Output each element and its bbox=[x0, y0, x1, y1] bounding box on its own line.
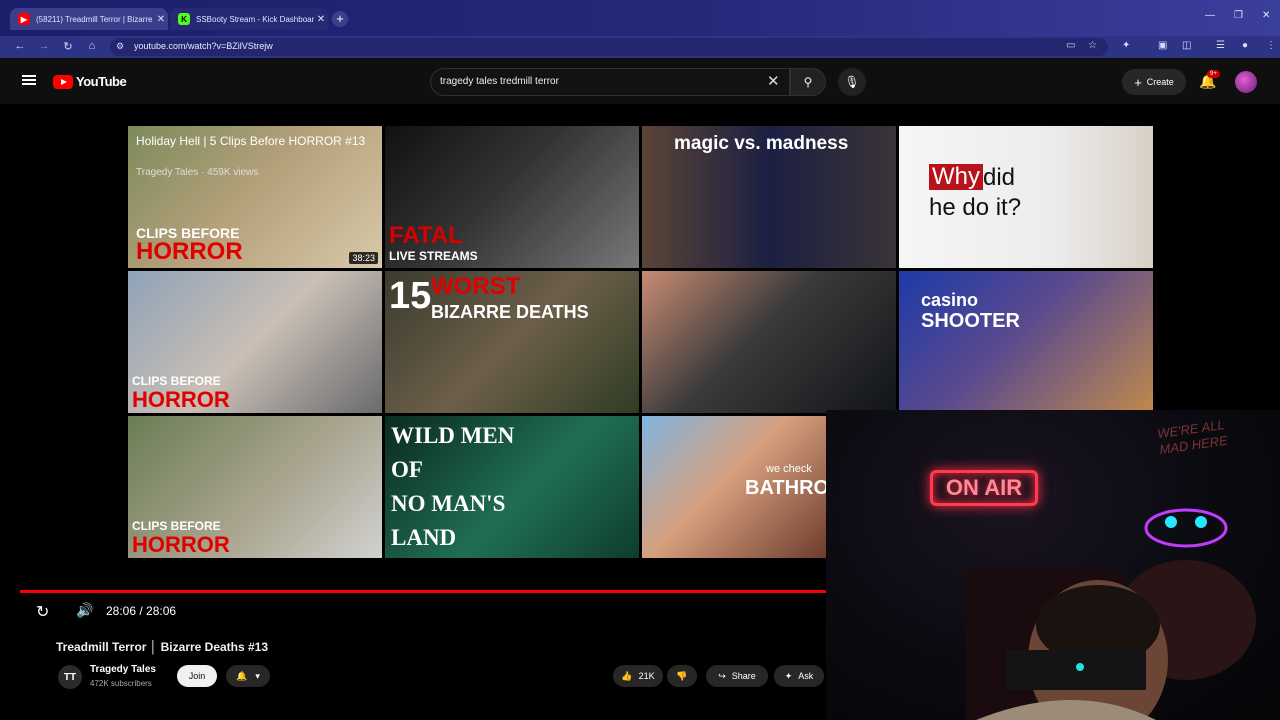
voice-search-button[interactable]: 🎙 bbox=[838, 68, 866, 96]
video-card-clips-before-horror-3[interactable]: CLIPS BEFORE HORROR bbox=[128, 416, 382, 558]
video-card-mystery-collage[interactable] bbox=[642, 271, 896, 413]
thumb-text: CLIPS BEFORE bbox=[132, 519, 221, 533]
create-button[interactable]: + Create bbox=[1122, 69, 1186, 95]
thumb-text: SHOOTER bbox=[921, 310, 1020, 332]
thumbs-up-icon: 👍 bbox=[621, 670, 633, 681]
kick-favicon-icon: K bbox=[178, 13, 190, 25]
home-icon[interactable]: ⌂ bbox=[85, 40, 99, 52]
back-icon[interactable]: ← bbox=[13, 40, 27, 52]
browser-tab-youtube[interactable]: ▶ (58211) Treadmill Terror | Bizarre ✕ bbox=[10, 8, 168, 30]
video-title: Treadmill Terror │ Bizarre Deaths #13 bbox=[56, 640, 269, 654]
close-window-icon[interactable]: ✕ bbox=[1262, 10, 1270, 21]
url-text[interactable]: youtube.com/watch?v=BZilVStrejw bbox=[134, 41, 273, 51]
video-card-we-check-bathroom[interactable]: we check BATHRO bbox=[642, 416, 827, 558]
reload-icon[interactable]: ↻ bbox=[61, 40, 75, 53]
extensions-icon[interactable]: ✦ bbox=[1122, 40, 1130, 51]
subscribe-notifications-button[interactable]: 🔔 ▾ bbox=[226, 665, 270, 687]
bookmark-star-icon[interactable]: ☆ bbox=[1088, 40, 1097, 51]
video-card-casino-shooter[interactable]: casino SHOOTER bbox=[899, 271, 1153, 413]
site-info-icon[interactable]: ⚙ bbox=[116, 41, 124, 52]
reading-list-icon[interactable]: ☰ bbox=[1216, 40, 1225, 51]
video-card-clips-before-horror-2[interactable]: CLIPS BEFORE HORROR bbox=[128, 271, 382, 413]
thumb-text: 15 bbox=[389, 275, 432, 317]
share-button[interactable]: ↪ Share bbox=[706, 665, 768, 687]
webcam-person-image bbox=[966, 508, 1256, 720]
share-icon: ↪ bbox=[718, 670, 726, 681]
thumb-text: HORROR bbox=[132, 532, 230, 557]
minimize-icon[interactable]: — bbox=[1205, 10, 1215, 21]
search-icon: ⚲ bbox=[803, 75, 813, 89]
thumb-text: we check bbox=[766, 463, 812, 475]
split-view-icon[interactable]: ▣ bbox=[1158, 40, 1167, 51]
thumb-text: HORROR bbox=[136, 238, 243, 265]
thumb-text: BIZARRE DEATHS bbox=[431, 302, 589, 322]
video-overlay-title: Holiday Hell | 5 Clips Before HORROR #13 bbox=[136, 134, 366, 148]
youtube-favicon-icon: ▶ bbox=[18, 13, 30, 25]
maximize-icon[interactable]: ❐ bbox=[1234, 10, 1243, 21]
video-card-fatal-live-streams[interactable]: FATAL LIVE STREAMS bbox=[385, 126, 639, 268]
video-duration: 38:23 bbox=[349, 252, 378, 264]
tab-title: SSBooty Stream - Kick Dashboard bbox=[196, 14, 314, 24]
sparkle-icon: ✦ bbox=[784, 670, 793, 681]
clear-search-icon[interactable]: ✕ bbox=[767, 72, 780, 90]
close-tab-icon[interactable]: ✕ bbox=[154, 14, 168, 25]
search-query[interactable]: tragedy tales tredmill terror bbox=[440, 76, 559, 87]
thumb-text: LIVE STREAMS bbox=[389, 249, 478, 263]
chevron-down-icon: ▾ bbox=[255, 670, 260, 681]
thumb-text: WORST bbox=[431, 273, 521, 300]
video-card-why-did-he-do-it[interactable]: Why did he do it? bbox=[899, 126, 1153, 268]
like-button[interactable]: 👍 21K bbox=[613, 665, 663, 687]
thumb-text: OF bbox=[391, 457, 423, 482]
thumb-text: HORROR bbox=[132, 387, 230, 412]
channel-avatar[interactable]: TT bbox=[58, 665, 82, 689]
bell-icon: 🔔 bbox=[236, 670, 248, 681]
forward-icon[interactable]: → bbox=[37, 40, 51, 52]
thumb-text: he do it? bbox=[929, 194, 1022, 221]
plus-icon: + bbox=[1134, 74, 1142, 90]
search-button[interactable]: ⚲ bbox=[790, 68, 826, 96]
new-tab-button[interactable]: + bbox=[332, 11, 348, 27]
thumb-text: BATHRO bbox=[745, 477, 827, 499]
subscriber-count: 472K subscribers bbox=[90, 679, 152, 688]
replay-icon[interactable]: ↻ bbox=[36, 602, 49, 622]
join-button[interactable]: Join bbox=[177, 665, 217, 687]
browser-menu-icon[interactable]: ⋮ bbox=[1266, 40, 1276, 51]
volume-icon[interactable]: 🔊 bbox=[76, 602, 93, 619]
video-card-15-worst-bizarre-deaths[interactable]: 15 WORST BIZARRE DEATHS bbox=[385, 271, 639, 413]
tab-title: (58211) Treadmill Terror | Bizarre bbox=[36, 14, 153, 24]
video-card-magic-vs-madness[interactable]: magic vs. madness bbox=[642, 126, 896, 268]
webcam-overlay bbox=[826, 410, 1280, 720]
thumb-text: casino bbox=[921, 290, 979, 310]
video-card-holiday-hell[interactable]: Holiday Hell | 5 Clips Before HORROR #13… bbox=[128, 126, 382, 268]
thumb-text: magic vs. madness bbox=[674, 133, 849, 154]
thumb-text: did bbox=[983, 164, 1016, 191]
channel-name[interactable]: Tragedy Tales bbox=[90, 664, 156, 675]
ask-button[interactable]: ✦ Ask bbox=[774, 665, 824, 687]
thumb-text: CLIPS BEFORE bbox=[132, 374, 221, 388]
install-app-icon[interactable]: ▭ bbox=[1066, 40, 1075, 51]
youtube-logo-icon[interactable] bbox=[53, 75, 73, 89]
thumbs-down-icon: 👎 bbox=[676, 670, 688, 681]
progress-bar[interactable] bbox=[20, 590, 826, 593]
video-time: 28:06 / 28:06 bbox=[106, 604, 177, 618]
thumb-text: WILD MEN bbox=[391, 423, 515, 448]
thumb-text: Why bbox=[929, 164, 983, 190]
profile-icon[interactable]: ● bbox=[1242, 40, 1248, 51]
video-overlay-meta: Tragedy Tales · 459K views bbox=[136, 167, 259, 178]
microphone-icon: 🎙 bbox=[844, 75, 860, 89]
on-air-neon-sign: ON AIR bbox=[930, 470, 1038, 506]
thumb-text: NO MAN'S bbox=[391, 491, 506, 516]
account-avatar[interactable] bbox=[1235, 71, 1257, 93]
thumb-text: LAND bbox=[391, 525, 457, 550]
video-card-wild-men-no-mans-land[interactable]: WILD MEN OF NO MAN'S LAND bbox=[385, 416, 639, 558]
cast-icon[interactable]: ◫ bbox=[1182, 40, 1191, 51]
browser-tab-kick[interactable]: K SSBooty Stream - Kick Dashboard ✕ bbox=[170, 8, 328, 30]
thumb-text: FATAL bbox=[389, 222, 463, 249]
youtube-logo-text[interactable]: YouTube bbox=[76, 74, 127, 89]
menu-icon[interactable] bbox=[22, 75, 36, 85]
dislike-button[interactable]: 👎 bbox=[667, 665, 697, 687]
close-tab-icon[interactable]: ✕ bbox=[314, 14, 328, 25]
notification-badge: 9+ bbox=[1207, 70, 1220, 78]
